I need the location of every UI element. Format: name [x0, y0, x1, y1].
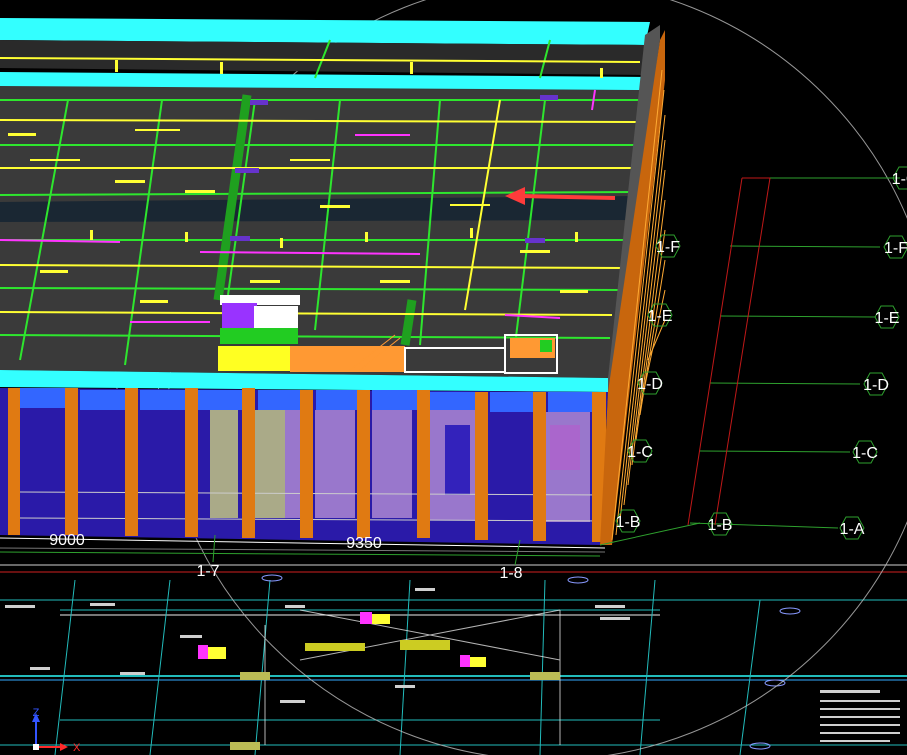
grid-bubble-label: 1-E	[648, 308, 673, 325]
grid-bubble-label: 1-D	[863, 377, 889, 394]
grid-bubble: 1-D	[637, 371, 663, 395]
grid-bubble-label: 1-F	[656, 239, 680, 256]
3d-model-viewport[interactable]: 1-F 1-E 1-D 1-C 1-B 1-G 1-F 1-E 1-D 1-C …	[0, 0, 907, 755]
grid-bubble: 1-A	[839, 516, 865, 540]
grid-bubble-label: 1-G	[892, 171, 907, 188]
axis-z-label: Z	[33, 707, 40, 719]
grid-bubble: 1-G	[892, 166, 907, 190]
grid-bubble-label: 1-E	[875, 310, 900, 327]
grid-label-bottom: 1-7	[196, 563, 219, 580]
grid-bubble-label: 1-B	[708, 517, 733, 534]
grid-bubble: 1-D	[863, 372, 889, 396]
grid-bubble: 1-F	[655, 234, 681, 258]
grid-bubble-label: 1-F	[884, 240, 907, 257]
grid-label-bottom: 1-8	[499, 565, 522, 582]
dimension-text: 9350	[346, 535, 382, 552]
grid-bubble: 1-C	[852, 440, 878, 464]
grid-bubble-label: 1-A	[840, 521, 865, 538]
axis-x-label: X	[73, 742, 81, 754]
grid-bubble-label: 1-C	[852, 445, 878, 462]
grid-bubble-label: 1-C	[627, 444, 653, 461]
dimension-text: 9000	[49, 532, 85, 549]
grid-bubble: 1-B	[615, 509, 641, 533]
grid-bubble: 1-E	[874, 305, 900, 329]
grid-bubble-label: 1-B	[616, 514, 641, 531]
grid-bubble: 1-B	[707, 512, 733, 536]
grid-bubble-label: 1-D	[637, 376, 663, 393]
grid-bubble: 1-C	[627, 439, 653, 463]
grid-bubble: 1-F	[883, 235, 907, 259]
building-model[interactable]	[0, 18, 666, 553]
grid-bubble: 1-E	[647, 303, 673, 327]
